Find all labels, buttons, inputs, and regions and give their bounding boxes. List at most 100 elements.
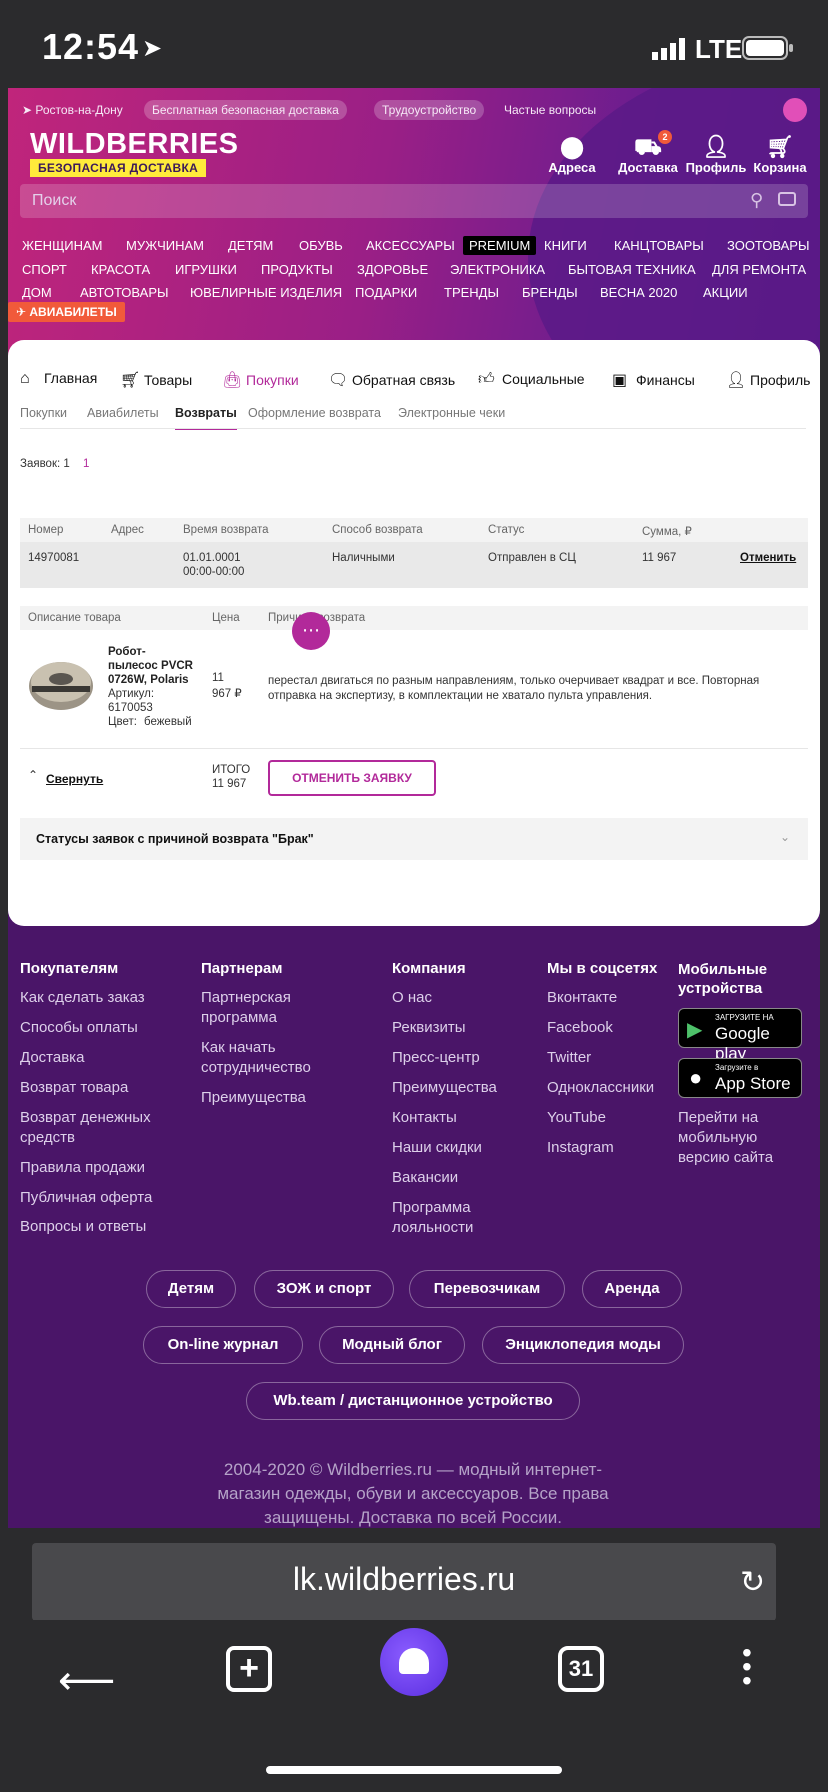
nav-finance[interactable]: ▣ Финансы <box>612 370 695 390</box>
alice-assistant-icon[interactable] <box>380 1628 448 1696</box>
reload-icon[interactable]: ↻ <box>740 1565 765 1600</box>
cancel-link[interactable]: Отменить <box>740 552 796 564</box>
category-item[interactable]: ДЛЯ РЕМОНТА <box>712 262 806 277</box>
pill-sport[interactable]: ЗОЖ и спорт <box>254 1270 394 1308</box>
product-name-1[interactable]: Робот- <box>108 646 146 658</box>
top-link-faq[interactable]: Частые вопросы <box>496 100 604 120</box>
top-link-delivery[interactable]: Бесплатная безопасная доставка <box>144 100 347 120</box>
nav-social[interactable]: 👍︎ Социальные <box>478 370 585 389</box>
social-link-ok[interactable]: Одноклассники <box>547 1078 654 1098</box>
top-link-jobs[interactable]: Трудоустройство <box>374 100 485 120</box>
category-item[interactable]: КРАСОТА <box>91 262 150 277</box>
cancel-request-button[interactable]: ОТМЕНИТЬ ЗАЯВКУ <box>268 760 436 796</box>
category-item[interactable]: БЫТОВАЯ ТЕХНИКА <box>568 262 696 277</box>
category-item[interactable]: СПОРТ <box>22 262 67 277</box>
category-item[interactable]: ЖЕНЩИНАМ <box>22 238 102 253</box>
category-item[interactable]: ПРОДУКТЫ <box>261 262 333 277</box>
pill-journal[interactable]: On-line журнал <box>143 1326 303 1364</box>
category-item[interactable]: ПОДАРКИ <box>355 285 417 300</box>
social-link-twitter[interactable]: Twitter <box>547 1048 591 1068</box>
product-name-2[interactable]: пылесос PVCR <box>108 660 193 672</box>
new-tab-icon[interactable]: + <box>226 1646 272 1692</box>
language-icon[interactable] <box>783 98 807 122</box>
category-item[interactable]: МУЖЧИНАМ <box>126 238 204 253</box>
pagination-page[interactable]: 1 <box>83 458 89 470</box>
nav-feedback[interactable]: 🗨︎ Обратная связь <box>328 370 455 390</box>
collapse-link[interactable]: Свернуть <box>46 772 103 786</box>
footer-link[interactable]: Реквизиты <box>392 1018 466 1038</box>
social-link-facebook[interactable]: Facebook <box>547 1018 613 1038</box>
tab-tickets[interactable]: Авиабилеты <box>87 406 159 420</box>
google-play-button[interactable]: ▶ ЗАГРУЗИТЕ НА Google play <box>678 1008 802 1063</box>
footer-link[interactable]: Возврат денежных средств <box>20 1108 180 1148</box>
footer-link[interactable]: Вакансии <box>392 1168 458 1188</box>
category-item[interactable]: КАНЦТОВАРЫ <box>614 238 704 253</box>
product-name-3[interactable]: 0726W, Polaris <box>108 674 189 686</box>
header-cart[interactable]: 🛒︎ Корзина <box>740 134 820 175</box>
header-addresses[interactable]: ⬤ Адреса <box>532 134 612 175</box>
footer-link[interactable]: Программа лояльности <box>392 1198 502 1238</box>
footer-link[interactable]: Возврат товара <box>20 1078 128 1098</box>
tab-return-form[interactable]: Оформление возврата <box>248 406 381 420</box>
footer-link[interactable]: О нас <box>392 988 432 1008</box>
address-bar[interactable]: lk.wildberries.ru ↻ <box>32 1543 776 1621</box>
search-icon[interactable]: ⚲ <box>750 190 763 211</box>
social-link-instagram[interactable]: Instagram <box>547 1138 614 1158</box>
pill-carriers[interactable]: Перевозчикам <box>409 1270 565 1308</box>
social-link-vk[interactable]: Вконтакте <box>547 988 617 1008</box>
nav-profile[interactable]: 👤︎ Профиль <box>726 370 810 390</box>
nav-goods[interactable]: 🛒︎ Товары <box>120 370 192 390</box>
app-store-button[interactable]: ● Загрузите в App Store <box>678 1058 802 1098</box>
category-item[interactable]: АКЦИИ <box>703 285 748 300</box>
footer-link[interactable]: Доставка <box>20 1048 84 1068</box>
tab-receipts[interactable]: Электронные чеки <box>398 406 505 420</box>
tab-purchases[interactable]: Покупки <box>20 406 67 420</box>
social-link-youtube[interactable]: YouTube <box>547 1108 606 1128</box>
tab-returns[interactable]: Возвраты <box>175 406 237 430</box>
pill-wb-team[interactable]: Wb.team / дистанционное устройство <box>246 1382 580 1420</box>
footer-link[interactable]: Преимущества <box>201 1088 306 1108</box>
footer-link[interactable]: Вопросы и ответы <box>20 1217 146 1237</box>
city-selector[interactable]: ➤ Ростов-на-Дону <box>14 100 131 120</box>
camera-icon[interactable] <box>778 192 796 206</box>
avia-button[interactable]: ✈ АВИАБИЛЕТЫ <box>8 302 125 322</box>
category-item[interactable]: ЭЛЕКТРОНИКА <box>450 262 545 277</box>
footer-link[interactable]: Как сделать заказ <box>20 988 145 1008</box>
category-item[interactable]: АВТОТОВАРЫ <box>80 285 169 300</box>
pill-fashion-blog[interactable]: Модный блог <box>319 1326 465 1364</box>
back-arrow-icon[interactable]: ⟵ <box>58 1658 115 1704</box>
category-item[interactable]: ОБУВЬ <box>299 238 343 253</box>
category-item[interactable]: ТРЕНДЫ <box>444 285 499 300</box>
more-menu-icon[interactable]: • • • <box>742 1639 752 1695</box>
category-item[interactable]: ЗДОРОВЬЕ <box>357 262 428 277</box>
pill-encyclopedia[interactable]: Энциклопедия моды <box>482 1326 684 1364</box>
footer-link[interactable]: Наши скидки <box>392 1138 482 1158</box>
nav-home[interactable]: ⌂ Главная <box>20 370 97 388</box>
footer-link[interactable]: Пресс-центр <box>392 1048 480 1068</box>
footer-link[interactable]: Преимущества <box>392 1078 497 1098</box>
mobile-version-link[interactable]: Перейти на мобильную версию сайта <box>678 1108 798 1168</box>
footer-link[interactable]: Как начать сотрудничество <box>201 1038 351 1078</box>
category-premium[interactable]: PREMIUM <box>463 236 537 255</box>
category-item[interactable]: ДОМ <box>22 285 52 300</box>
chevron-up-icon[interactable]: ⌃ <box>28 768 38 782</box>
pill-rent[interactable]: Аренда <box>582 1270 682 1308</box>
defect-statuses-accordion[interactable]: Статусы заявок с причиной возврата "Брак… <box>20 818 808 860</box>
nav-purchases[interactable]: 👜︎ Покупки <box>222 370 299 390</box>
footer-link[interactable]: Контакты <box>392 1108 457 1128</box>
category-item[interactable]: ИГРУШКИ <box>175 262 237 277</box>
footer-link[interactable]: Партнерская программа <box>201 988 351 1028</box>
pill-kids[interactable]: Детям <box>146 1270 236 1308</box>
search-input[interactable]: Поиск ⚲ <box>20 184 808 218</box>
category-item[interactable]: ЗООТОВАРЫ <box>727 238 810 253</box>
category-item[interactable]: АКСЕССУАРЫ <box>366 238 455 253</box>
category-item[interactable]: ВЕСНА 2020 <box>600 285 677 300</box>
tabs-counter[interactable]: 31 <box>558 1646 604 1692</box>
category-item[interactable]: КНИГИ <box>544 238 587 253</box>
logo[interactable]: WILDBERRIES <box>30 128 239 161</box>
category-item[interactable]: ЮВЕЛИРНЫЕ ИЗДЕЛИЯ <box>190 285 342 300</box>
footer-link[interactable]: Способы оплаты <box>20 1018 138 1038</box>
category-item[interactable]: ДЕТЯМ <box>228 238 273 253</box>
footer-link[interactable]: Публичная оферта <box>20 1188 152 1208</box>
chat-bubble-icon[interactable]: ⋯ <box>292 612 330 650</box>
